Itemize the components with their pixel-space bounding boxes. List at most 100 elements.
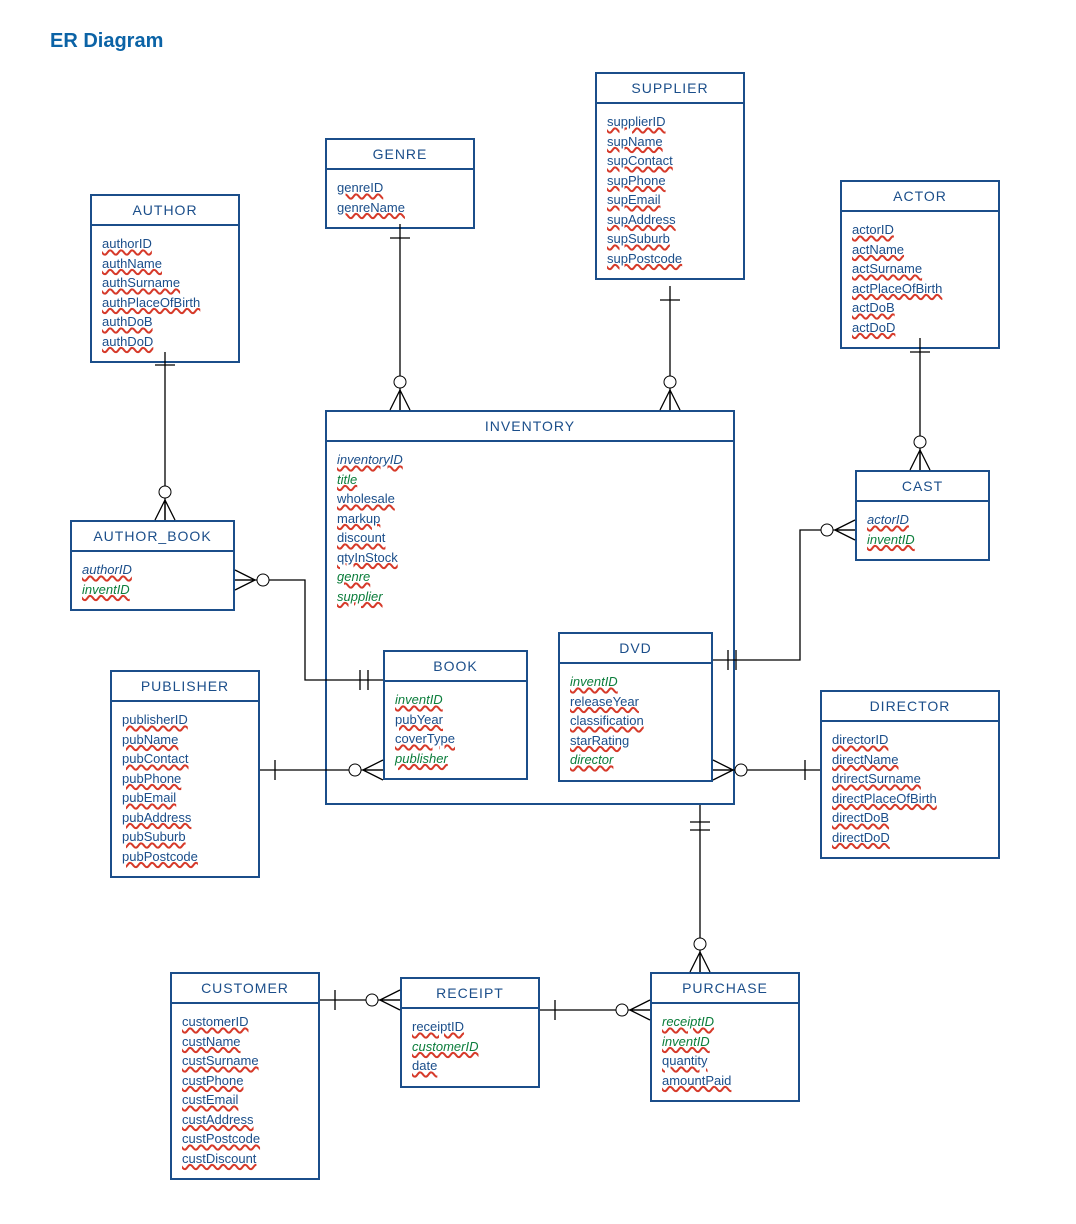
entity-publisher: PUBLISHER publisherID pubName pubContact…: [110, 670, 260, 878]
entity-director: DIRECTOR directorID directName drirectSu…: [820, 690, 1000, 859]
attr: custAddress: [182, 1110, 308, 1130]
attr: genreName: [337, 198, 463, 218]
attr: authDoD: [102, 332, 228, 352]
attr: pubSuburb: [122, 827, 248, 847]
attr: directorID: [832, 730, 988, 750]
attr: inventID: [82, 580, 223, 600]
attr: customerID: [182, 1012, 308, 1032]
attr: authPlaceOfBirth: [102, 293, 228, 313]
entity-supplier-title: SUPPLIER: [597, 74, 743, 104]
attr: title: [337, 470, 723, 490]
attr: actorID: [852, 220, 988, 240]
attr: supPhone: [607, 171, 733, 191]
entity-customer: CUSTOMER customerID custName custSurname…: [170, 972, 320, 1180]
attr: releaseYear: [570, 692, 701, 712]
attr: custPhone: [182, 1071, 308, 1091]
entity-genre-title: GENRE: [327, 140, 473, 170]
entity-actor: ACTOR actorID actName actSurname actPlac…: [840, 180, 1000, 349]
attr: custName: [182, 1032, 308, 1052]
entity-supplier: SUPPLIER supplierID supName supContact s…: [595, 72, 745, 280]
attr: genreID: [337, 178, 463, 198]
entity-dvd: DVD inventID releaseYear classification …: [558, 632, 713, 782]
attr: receiptID: [412, 1017, 528, 1037]
attr: supplierID: [607, 112, 733, 132]
attr: actorID: [867, 510, 978, 530]
entity-purchase-title: PURCHASE: [652, 974, 798, 1004]
attr: discount: [337, 528, 723, 548]
attr: pubEmail: [122, 788, 248, 808]
attr: authorID: [82, 560, 223, 580]
attr: pubAddress: [122, 808, 248, 828]
attr: supAddress: [607, 210, 733, 230]
attr: inventoryID: [337, 450, 723, 470]
attr: date: [412, 1056, 528, 1076]
attr: actName: [852, 240, 988, 260]
attr: actDoB: [852, 298, 988, 318]
entity-book-title: BOOK: [385, 652, 526, 682]
attr: directPlaceOfBirth: [832, 789, 988, 809]
entity-publisher-title: PUBLISHER: [112, 672, 258, 702]
attr: pubPostcode: [122, 847, 248, 867]
attr: supPostcode: [607, 249, 733, 269]
entity-book: BOOK inventID pubYear coverType publishe…: [383, 650, 528, 780]
attr: starRating: [570, 731, 701, 751]
entity-author-book-title: AUTHOR_BOOK: [72, 522, 233, 552]
attr: supContact: [607, 151, 733, 171]
attr: directName: [832, 750, 988, 770]
entity-receipt-title: RECEIPT: [402, 979, 538, 1009]
attr: pubYear: [395, 710, 516, 730]
attr: supEmail: [607, 190, 733, 210]
attr: authDoB: [102, 312, 228, 332]
attr: custEmail: [182, 1090, 308, 1110]
attr: actPlaceOfBirth: [852, 279, 988, 299]
attr: authName: [102, 254, 228, 274]
attr: inventID: [570, 672, 701, 692]
attr: supName: [607, 132, 733, 152]
entity-director-title: DIRECTOR: [822, 692, 998, 722]
attr: custSurname: [182, 1051, 308, 1071]
attr: inventID: [662, 1032, 788, 1052]
entity-cast: CAST actorID inventID: [855, 470, 990, 561]
attr: classification: [570, 711, 701, 731]
entity-receipt: RECEIPT receiptID customerID date: [400, 977, 540, 1088]
attr: coverType: [395, 729, 516, 749]
attr: receiptID: [662, 1012, 788, 1032]
entity-author-book: AUTHOR_BOOK authorID inventID: [70, 520, 235, 611]
attr: markup: [337, 509, 723, 529]
attr: wholesale: [337, 489, 723, 509]
attr: inventID: [867, 530, 978, 550]
attr: qtyInStock: [337, 548, 723, 568]
entity-author-title: AUTHOR: [92, 196, 238, 226]
attr: drirectSurname: [832, 769, 988, 789]
attr: custDiscount: [182, 1149, 308, 1169]
entity-cast-title: CAST: [857, 472, 988, 502]
entity-customer-title: CUSTOMER: [172, 974, 318, 1004]
attr: publisherID: [122, 710, 248, 730]
attr: quantity: [662, 1051, 788, 1071]
attr: supSuburb: [607, 229, 733, 249]
page-title: ER Diagram: [50, 30, 163, 53]
attr: actSurname: [852, 259, 988, 279]
attr: pubContact: [122, 749, 248, 769]
attr: amountPaid: [662, 1071, 788, 1091]
attr: actDoD: [852, 318, 988, 338]
attr: directDoD: [832, 828, 988, 848]
attr: authSurname: [102, 273, 228, 293]
attr: pubName: [122, 730, 248, 750]
attr: customerID: [412, 1037, 528, 1057]
attr: publisher: [395, 749, 516, 769]
attr: supplier: [337, 587, 723, 607]
entity-purchase: PURCHASE receiptID inventID quantity amo…: [650, 972, 800, 1102]
attr: genre: [337, 567, 723, 587]
attr: authorID: [102, 234, 228, 254]
entity-dvd-title: DVD: [560, 634, 711, 664]
entity-actor-title: ACTOR: [842, 182, 998, 212]
attr: directDoB: [832, 808, 988, 828]
attr: custPostcode: [182, 1129, 308, 1149]
attr: director: [570, 750, 701, 770]
attr: pubPhone: [122, 769, 248, 789]
attr: inventID: [395, 690, 516, 710]
entity-inventory-title: INVENTORY: [327, 412, 733, 442]
entity-genre: GENRE genreID genreName: [325, 138, 475, 229]
entity-author: AUTHOR authorID authName authSurname aut…: [90, 194, 240, 363]
